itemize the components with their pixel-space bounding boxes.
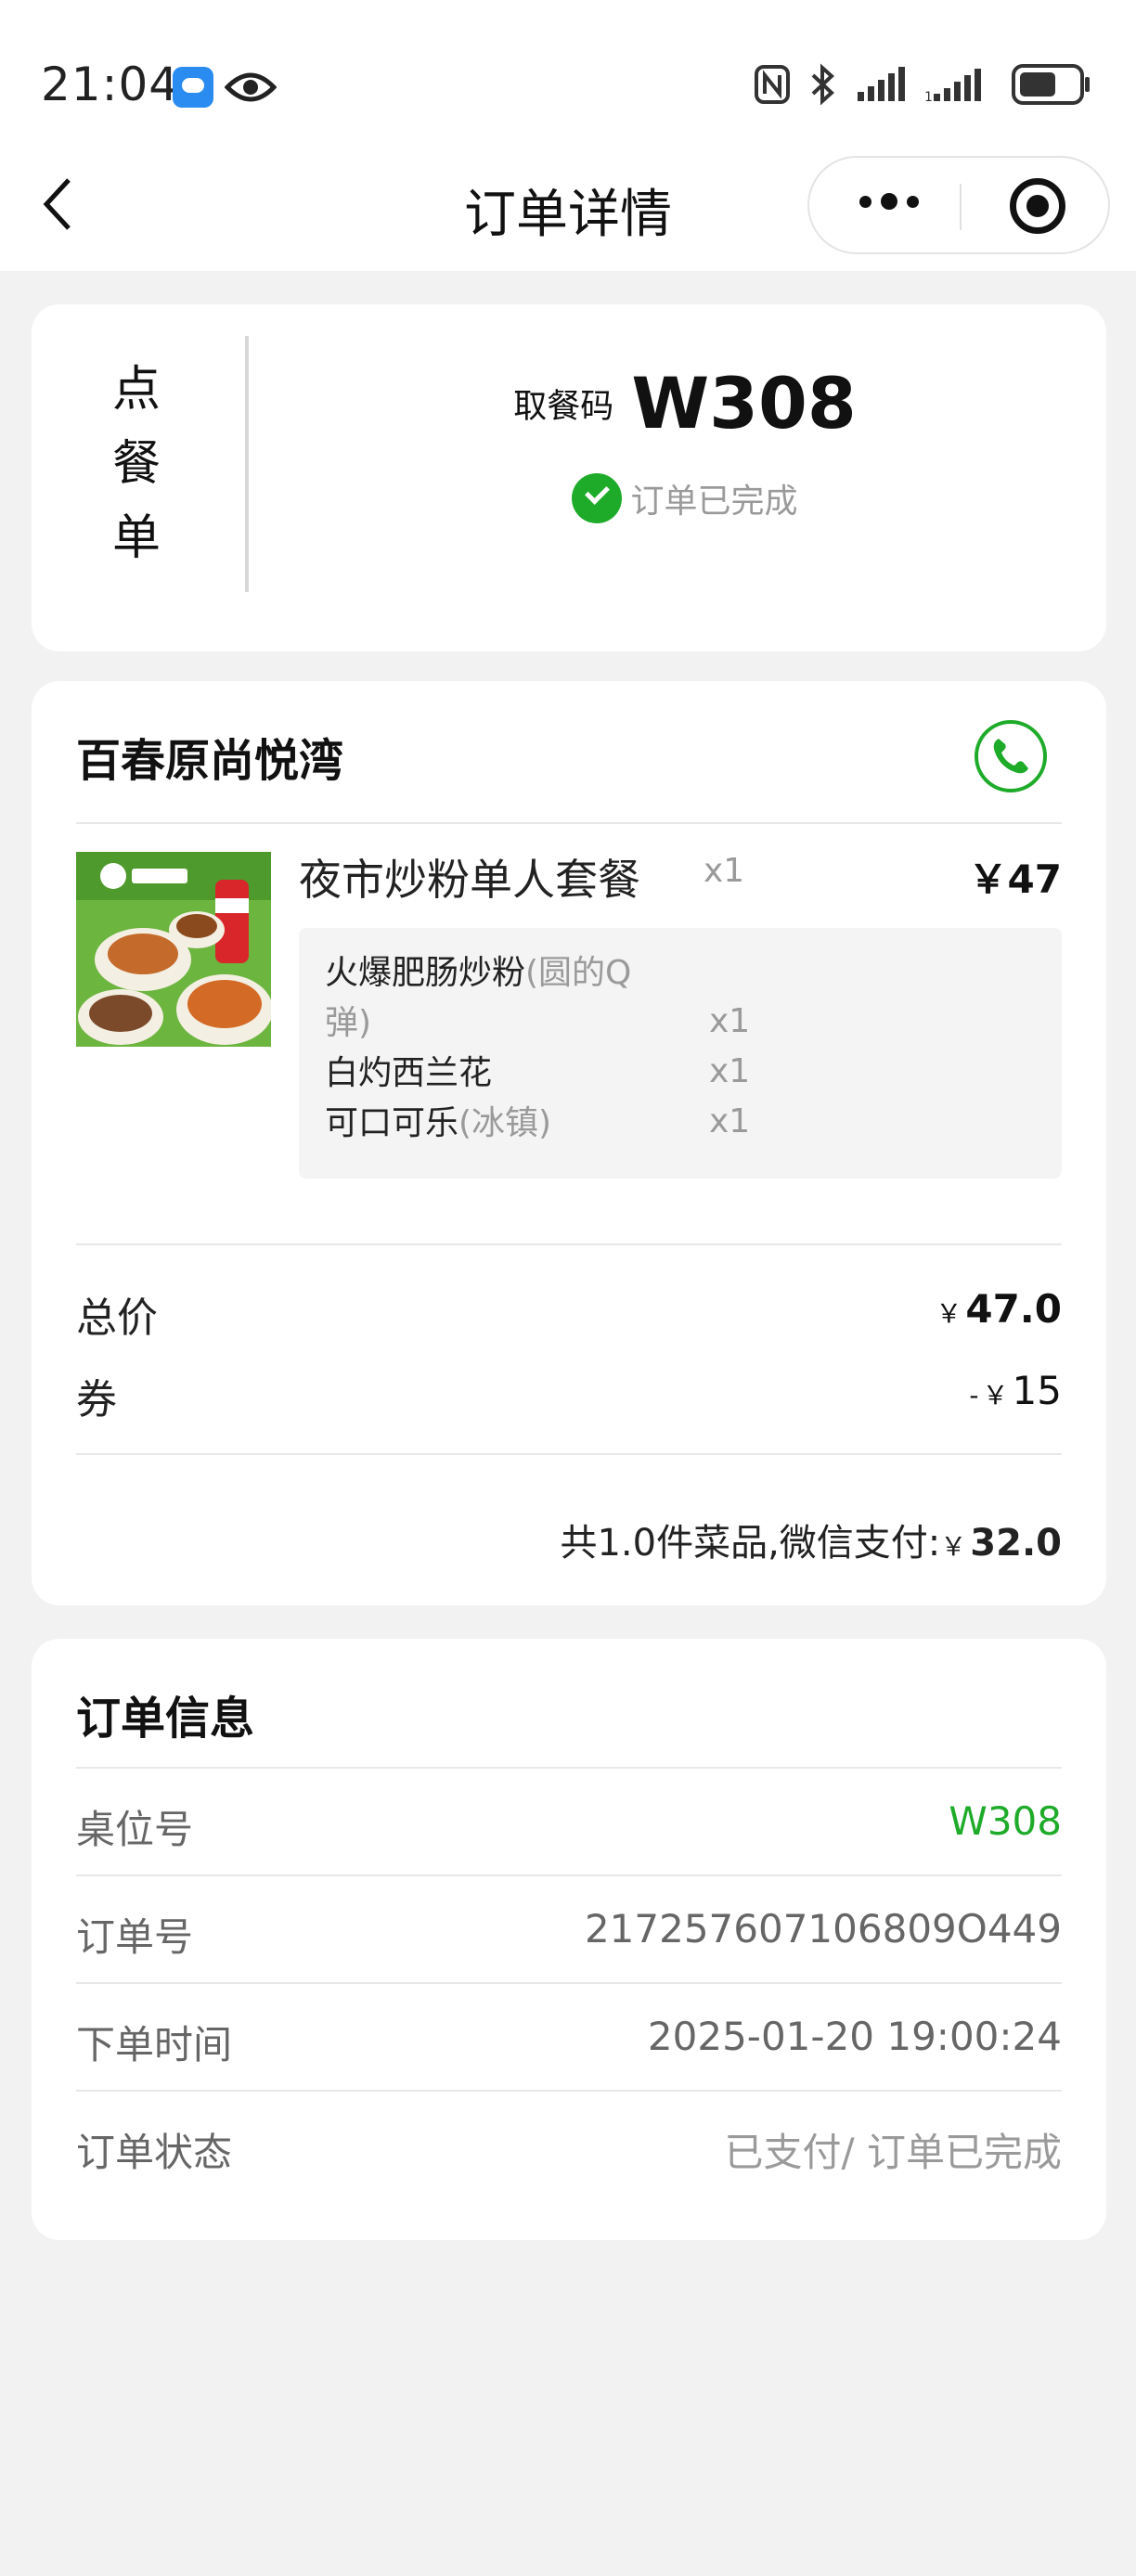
battery-icon — [1012, 64, 1090, 105]
status-time: 21:04 — [41, 58, 180, 111]
target-icon[interactable] — [1010, 178, 1065, 234]
divider — [76, 822, 1062, 824]
order-type-label: 点 餐 单 — [104, 353, 169, 575]
sub-item-note-cont: 弹) — [325, 998, 371, 1049]
order-type-char: 单 — [111, 510, 161, 566]
payment-summary: 共1.0件菜品,微信支付:￥ 32.0 — [560, 1513, 1062, 1566]
coupon-prefix: - — [969, 1380, 979, 1410]
mini-program-capsule — [807, 156, 1110, 254]
vertical-divider — [245, 336, 249, 592]
coupon-label: 券 — [76, 1376, 117, 1423]
sub-item-note: (冰镇) — [458, 1104, 552, 1142]
payment-amount: 32.0 — [970, 1522, 1062, 1565]
status-icons: 1 — [754, 63, 1091, 106]
divider — [76, 1453, 1062, 1455]
more-dots-icon[interactable] — [859, 193, 919, 210]
coupon-amount: 15 — [1012, 1368, 1062, 1413]
check-circle-icon — [572, 473, 623, 523]
pickup-code-row: 取餐码 W308 — [264, 362, 1106, 444]
food-image[interactable] — [76, 852, 271, 1047]
sub-items-box: 火爆肥肠炒粉(圆的Q 弹) x1 白灼西兰花 x1 可口可乐(冰镇) x1 — [299, 928, 1062, 1179]
signal-icon — [858, 67, 905, 101]
order-info-title: 订单信息 — [76, 1693, 255, 1745]
order-type-char: 餐 — [111, 436, 161, 492]
order-status-text: 订单已完成 — [630, 483, 798, 521]
table-number-label: 桌位号 — [76, 1807, 194, 1852]
total-value: ￥47.0 — [936, 1286, 1062, 1332]
order-info-card: 订单信息 桌位号 W308 订单号 217257607106809O449 下单… — [32, 1639, 1106, 2240]
order-type-char: 点 — [111, 362, 161, 418]
item-qty: x1 — [704, 852, 745, 890]
sub-item: 火爆肥肠炒粉(圆的Q — [325, 948, 631, 998]
signal-icon: 1 — [924, 69, 981, 103]
sub-item-qty: x1 — [709, 1052, 751, 1090]
pickup-code-value: W308 — [631, 362, 857, 444]
currency-symbol: ￥ — [982, 1380, 1009, 1410]
sub-item: 白灼西兰花 — [325, 1049, 492, 1099]
total-amount: 47.0 — [965, 1286, 1062, 1332]
store-name[interactable]: 百春原尚悦湾 — [76, 724, 343, 789]
order-number-value[interactable]: 217257607106809O449 — [585, 1906, 1062, 1951]
order-status-row: 订单已完成 — [264, 473, 1106, 523]
svg-text:1: 1 — [924, 90, 933, 103]
phone-icon[interactable] — [975, 720, 1047, 792]
order-status-value: 已支付/ 订单已完成 — [724, 2130, 1062, 2175]
capsule-divider — [960, 184, 962, 230]
item-price: ￥47 — [968, 857, 1062, 902]
weather-icon — [173, 67, 213, 108]
sub-item-qty: x1 — [709, 1102, 751, 1140]
sub-item-note: 弹) — [325, 1004, 372, 1042]
coupon-value: - ￥15 — [969, 1368, 1062, 1413]
order-items-card: 百春原尚悦湾 夜市炒粉单人套餐 x1 ￥47 火爆肥肠炒粉(圆的Q 弹) x1 … — [32, 681, 1106, 1605]
order-number-label: 订单号 — [76, 1914, 194, 1960]
payment-summary-text: 共1.0件菜品,微信支付: — [560, 1522, 941, 1565]
divider — [76, 1243, 1062, 1245]
total-label: 总价 — [76, 1294, 158, 1342]
sub-item: 可口可乐(冰镇) — [325, 1099, 551, 1149]
order-status-label: 订单状态 — [76, 2130, 233, 2175]
nfc-icon — [755, 65, 790, 104]
currency-symbol: ￥ — [940, 1531, 967, 1562]
sub-item-name: 白灼西兰花 — [325, 1054, 493, 1092]
divider — [76, 1874, 1062, 1876]
sub-item-name: 可口可乐 — [325, 1104, 459, 1142]
pickup-code-label: 取餐码 — [513, 387, 614, 426]
divider — [76, 1767, 1062, 1769]
sub-item-qty: x1 — [709, 1002, 751, 1040]
eye-icon — [225, 72, 277, 102]
table-number-value: W308 — [949, 1798, 1062, 1844]
sub-item-name: 火爆肥肠炒粉 — [325, 954, 526, 992]
sub-item-note: (圆的Q — [525, 954, 632, 992]
top-bar: 21:04 1 订单详情 — [0, 0, 1136, 271]
currency-symbol: ￥ — [936, 1298, 962, 1329]
order-time-value: 2025-01-20 19:00:24 — [647, 2014, 1062, 2059]
divider — [76, 1982, 1062, 1984]
order-summary-card: 点 餐 单 取餐码 W308 订单已完成 — [32, 304, 1106, 651]
order-time-label: 下单时间 — [76, 2022, 233, 2067]
bluetooth-icon — [811, 63, 834, 106]
item-name: 夜市炒粉单人套餐 — [299, 855, 640, 905]
divider — [76, 2090, 1062, 2092]
